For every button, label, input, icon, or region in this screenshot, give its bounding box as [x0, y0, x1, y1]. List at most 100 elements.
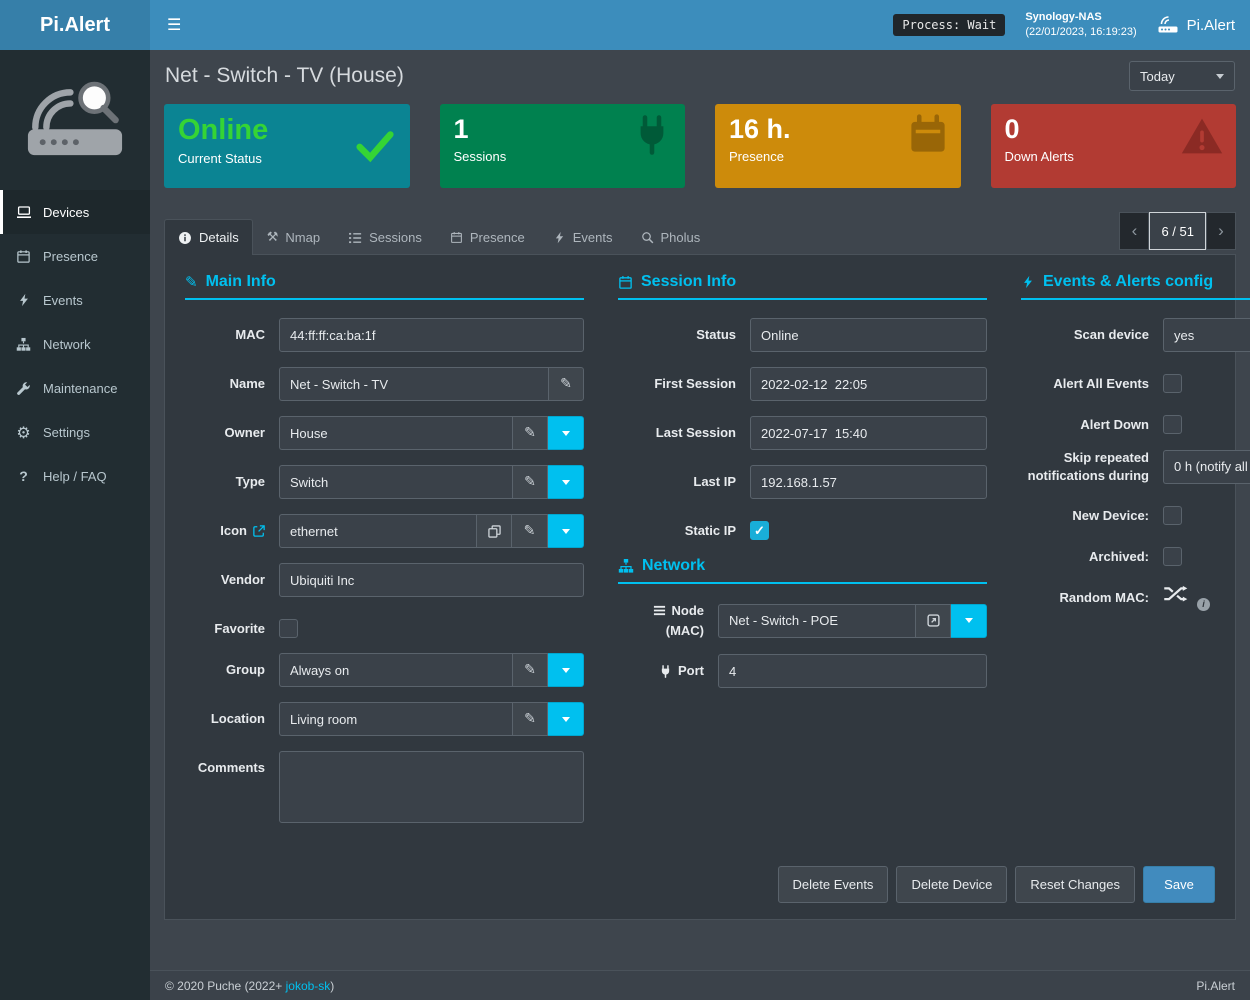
group-dropdown-button[interactable] — [548, 653, 584, 687]
tab-events[interactable]: Events — [539, 219, 627, 255]
status-input[interactable] — [750, 318, 987, 352]
sidebar-item-help[interactable]: ? Help / FAQ — [0, 454, 150, 498]
process-status-badge: Process: Wait — [893, 14, 1005, 36]
tab-details[interactable]: Details — [164, 219, 253, 255]
copyright: © 2020 Puche (2022+ jokob-sk) — [165, 979, 334, 993]
port-input[interactable] — [718, 654, 987, 688]
gear-icon: ⚙ — [14, 423, 33, 442]
icon-dropdown-button[interactable] — [548, 514, 584, 548]
current-status-card: Online Current Status — [164, 104, 410, 188]
sidebar-item-events[interactable]: Events — [0, 278, 150, 322]
sessions-card: 1 Sessions — [440, 104, 686, 188]
type-dropdown-button[interactable] — [548, 465, 584, 499]
app-link[interactable]: Pi.Alert — [1157, 16, 1235, 34]
tab-presence[interactable]: Presence — [436, 219, 539, 255]
sidebar-item-maintenance[interactable]: Maintenance — [0, 366, 150, 410]
skip-notifications-input[interactable] — [1163, 450, 1250, 484]
first-session-label: First Session — [618, 375, 736, 393]
sidebar-item-presence[interactable]: Presence — [0, 234, 150, 278]
brand-logo[interactable]: Pi.Alert — [0, 0, 150, 50]
edit-icon-button[interactable]: ✎ — [512, 514, 548, 548]
sidebar-item-devices[interactable]: Devices — [0, 190, 150, 234]
vendor-input[interactable] — [279, 563, 584, 597]
sidebar-nav: Devices Presence Events Network — [0, 190, 150, 498]
node-mac-input[interactable] — [718, 604, 915, 638]
type-input[interactable] — [279, 465, 512, 499]
node-dropdown-button[interactable] — [951, 604, 987, 638]
favorite-checkbox[interactable] — [279, 619, 298, 638]
skip-notifications-label: Skip repeated notifications during — [1021, 449, 1149, 484]
app-name: Pi.Alert — [1187, 17, 1235, 34]
next-device-button[interactable]: › — [1206, 212, 1236, 250]
wrench-icon — [14, 381, 33, 396]
bolt-icon — [1021, 275, 1035, 289]
pencil-icon: ✎ — [524, 425, 536, 441]
pialert-logo-image — [15, 72, 135, 169]
last-ip-input[interactable] — [750, 465, 987, 499]
owner-dropdown-button[interactable] — [548, 416, 584, 450]
location-label: Location — [185, 710, 265, 728]
chevron-down-icon — [965, 618, 973, 623]
edit-location-button[interactable]: ✎ — [512, 702, 548, 736]
group-input[interactable] — [279, 653, 512, 687]
host-info: Synology-NAS (22/01/2023, 16:19:23) — [1025, 10, 1136, 41]
edit-owner-button[interactable]: ✎ — [512, 416, 548, 450]
search-icon — [641, 231, 654, 244]
jokob-sk-link[interactable]: jokob-sk — [286, 979, 331, 993]
delete-device-button[interactable]: Delete Device — [896, 866, 1007, 903]
first-session-input[interactable] — [750, 367, 987, 401]
comments-textarea[interactable] — [279, 751, 584, 823]
open-node-button[interactable] — [915, 604, 951, 638]
edit-name-button[interactable]: ✎ — [548, 367, 584, 401]
new-device-label: New Device: — [1021, 507, 1149, 525]
delete-events-button[interactable]: Delete Events — [778, 866, 889, 903]
period-select[interactable]: Today — [1129, 61, 1235, 91]
sidebar-item-settings[interactable]: ⚙ Settings — [0, 410, 150, 454]
name-label: Name — [185, 375, 265, 393]
tab-pholus[interactable]: Pholus — [627, 219, 715, 255]
copy-icon-button[interactable] — [476, 514, 512, 548]
mac-label: MAC — [185, 326, 265, 344]
external-link-icon[interactable] — [253, 525, 265, 537]
sidebar-item-label: Presence — [43, 249, 98, 264]
location-input[interactable] — [279, 702, 512, 736]
static-ip-checkbox[interactable] — [750, 521, 769, 540]
edit-type-button[interactable]: ✎ — [512, 465, 548, 499]
sitemap-icon — [14, 337, 33, 352]
location-dropdown-button[interactable] — [548, 702, 584, 736]
sidebar-toggle-button[interactable]: ☰ — [150, 0, 198, 50]
scan-device-input[interactable] — [1163, 318, 1250, 352]
mac-input[interactable] — [279, 318, 584, 352]
host-timestamp: (22/01/2023, 16:19:23) — [1025, 25, 1136, 40]
pencil-icon: ✎ — [524, 474, 536, 490]
info-icon[interactable]: i — [1197, 598, 1210, 611]
owner-input[interactable] — [279, 416, 512, 450]
server-bars-icon — [653, 604, 666, 617]
alert-down-checkbox[interactable] — [1163, 415, 1182, 434]
name-input[interactable] — [279, 367, 548, 401]
sidebar-item-label: Network — [43, 337, 91, 352]
laptop-icon — [14, 204, 33, 220]
sitemap-icon — [618, 558, 634, 574]
icon-input[interactable] — [279, 514, 476, 548]
last-session-input[interactable] — [750, 416, 987, 450]
tab-nmap[interactable]: ⚒ Nmap — [253, 219, 334, 255]
chevron-down-icon — [562, 529, 570, 534]
presence-card: 16 h. Presence — [715, 104, 961, 188]
prev-device-button[interactable]: ‹ — [1119, 212, 1149, 250]
vendor-label: Vendor — [185, 571, 265, 589]
save-button[interactable]: Save — [1143, 866, 1215, 903]
list-icon — [348, 231, 362, 245]
tab-sessions[interactable]: Sessions — [334, 219, 436, 255]
pencil-icon: ✎ — [185, 273, 198, 291]
bolt-icon — [553, 231, 566, 244]
reset-changes-button[interactable]: Reset Changes — [1015, 866, 1135, 903]
alert-all-events-checkbox[interactable] — [1163, 374, 1182, 393]
archived-checkbox[interactable] — [1163, 547, 1182, 566]
calendar-icon — [450, 231, 463, 244]
hammer-icon: ⚒ — [267, 230, 279, 245]
new-device-checkbox[interactable] — [1163, 506, 1182, 525]
sidebar-item-network[interactable]: Network — [0, 322, 150, 366]
chevron-down-icon — [562, 668, 570, 673]
edit-group-button[interactable]: ✎ — [512, 653, 548, 687]
